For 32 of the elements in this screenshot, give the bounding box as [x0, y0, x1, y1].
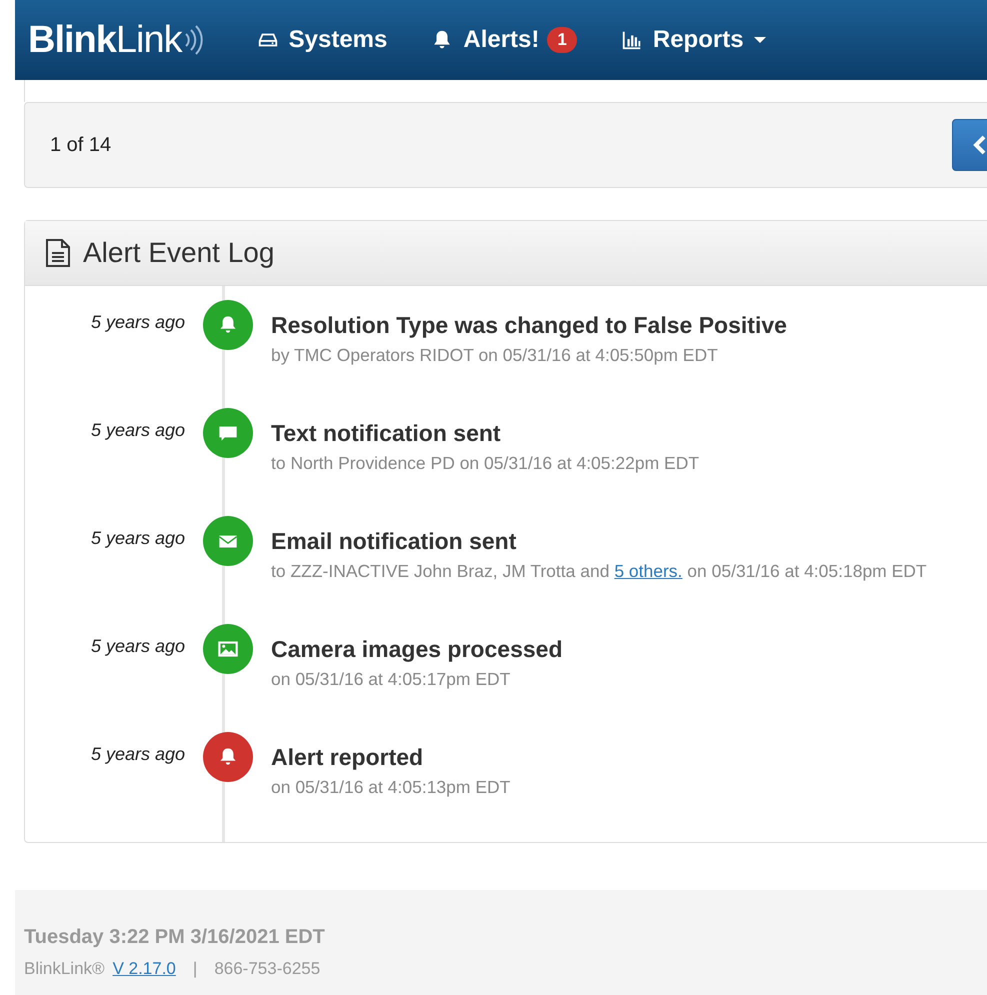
event-title: Text notification sent [271, 420, 502, 447]
event-detail: on 05/31/16 at 4:05:13pm EDT [271, 777, 512, 798]
nav-item[interactable]: Reports [598, 0, 788, 80]
nav-item[interactable]: Alerts! 1 [409, 0, 599, 80]
nav-item[interactable]: Systems [234, 0, 410, 80]
event-detail: by TMC Operators RIDOT on 05/31/16 at 4:05:50pm EDT [271, 345, 719, 366]
event-detail: to North Providence PD on 05/31/16 at 4:05:22pm EDT [271, 453, 700, 474]
phone-number: 866-753-6255 [214, 959, 320, 979]
panel-title: Alert Event Log [83, 237, 274, 269]
caret-icon [754, 36, 766, 44]
product-name: BlinkLink® [24, 959, 105, 979]
footer-datetime: Tuesday 3:22 PM 3/16/2021 EDT [24, 926, 326, 949]
separator: | [192, 959, 198, 979]
event-title: Email notification sent [271, 528, 518, 555]
document-icon [45, 239, 71, 267]
alert-count-badge: 1 [547, 27, 577, 53]
event-detail: on 05/31/16 at 4:05:17pm EDT [271, 669, 512, 690]
chevron-left-icon [973, 135, 987, 155]
event-time: 5 years ago [90, 311, 185, 333]
page-counter: 1 of 14 [50, 134, 112, 156]
event-time: 5 years ago [90, 635, 185, 657]
event-detail: to ZZZ-INACTIVE John Braz, JM Trotta and 5 others. on 05/31/16 at 4:05:18pm EDT [271, 561, 928, 582]
bar-chart-icon [620, 29, 643, 51]
event-time: 5 years ago [90, 527, 185, 549]
event-time: 5 years ago [90, 743, 185, 765]
event-title: Resolution Type was changed to False Positive [271, 312, 788, 339]
version-link[interactable]: V 2.17.0 [112, 959, 176, 979]
event-title: Alert reported [271, 744, 424, 771]
event-title: Camera images processed [271, 636, 564, 663]
event-time: 5 years ago [90, 419, 185, 441]
logo[interactable]: BlinkLink [28, 18, 182, 62]
others-link[interactable]: 5 others. [614, 561, 682, 581]
